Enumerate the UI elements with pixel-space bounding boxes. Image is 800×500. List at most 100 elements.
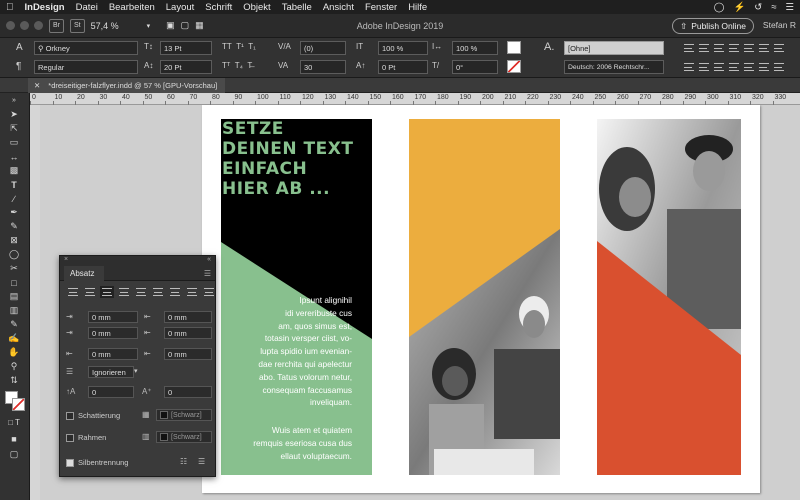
flyer-panel-left[interactable]: SETZE DEINEN TEXT EINFACH HIER AB ... Ip… bbox=[221, 119, 372, 475]
first-line-indent-field[interactable]: 0 mm bbox=[88, 327, 138, 339]
bolt-icon[interactable]: ⚡ bbox=[733, 2, 745, 13]
view-options-icon[interactable]: ▣ bbox=[166, 20, 175, 31]
language-field[interactable]: Deutsch: 2006 Rechtschr... bbox=[564, 60, 664, 74]
flyer-headline[interactable]: SETZE DEINEN TEXT EINFACH HIER AB ... bbox=[221, 119, 372, 199]
menu-ansicht[interactable]: Ansicht bbox=[323, 2, 354, 13]
ellipse-icon[interactable]: ◯ bbox=[6, 249, 22, 260]
character-format-icon[interactable]: A bbox=[16, 42, 23, 53]
window-controls[interactable] bbox=[6, 21, 43, 30]
chevron-down-icon[interactable]: ▾ bbox=[134, 367, 138, 375]
hand-icon[interactable]: ✋ bbox=[6, 347, 22, 358]
gradient-feather-icon[interactable]: ▥ bbox=[6, 305, 22, 316]
direct-selection-icon[interactable]: ⇱ bbox=[6, 123, 22, 134]
flyer-body-text-2[interactable]: Wuis atem et quiatem remquis eseriosa cu… bbox=[221, 424, 352, 462]
font-style-field[interactable]: Regular bbox=[34, 60, 138, 74]
tab-absatz[interactable]: Absatz bbox=[64, 266, 105, 281]
horizontal-ruler[interactable]: 0 10 20 30 40 50 60 70 80 90 100 110 120 130 140 150 160… bbox=[30, 93, 800, 105]
all-caps-icon[interactable]: TT T¹ T₁ bbox=[222, 42, 256, 51]
screen-mode-icon[interactable]: ▢ bbox=[181, 20, 190, 31]
rectangle-frame-icon[interactable]: ⊠ bbox=[6, 235, 22, 246]
menu-objekt[interactable]: Objekt bbox=[243, 2, 270, 13]
menu-hilfe[interactable]: Hilfe bbox=[408, 2, 427, 13]
wifi-icon[interactable]: ≈ bbox=[771, 2, 776, 13]
menu-app-name[interactable]: InDesign bbox=[25, 2, 65, 13]
border-checkbox[interactable] bbox=[66, 434, 74, 442]
zoom-icon[interactable]: ⚲ bbox=[6, 361, 22, 372]
pen-icon[interactable]: ✒ bbox=[6, 207, 22, 218]
panel-menu-icon[interactable]: ☰ bbox=[204, 269, 211, 278]
menu-schrift[interactable]: Schrift bbox=[205, 2, 232, 13]
align-buttons-bottom[interactable] bbox=[684, 63, 784, 71]
menu-fenster[interactable]: Fenster bbox=[365, 2, 397, 13]
shading-color-dropdown[interactable]: [Schwarz] bbox=[156, 409, 212, 421]
skew-field[interactable]: 0° bbox=[452, 60, 498, 74]
history-icon[interactable]: ↺ bbox=[754, 2, 762, 13]
fill-stroke-proxy[interactable] bbox=[5, 391, 25, 411]
free-transform-icon[interactable]: □ bbox=[6, 277, 22, 288]
flyer-panel-right[interactable] bbox=[597, 119, 741, 475]
small-caps-icon[interactable]: Tᵀ T₄ T̶ bbox=[222, 61, 252, 70]
hyphenation-checkbox[interactable] bbox=[66, 459, 74, 467]
note-icon[interactable]: ✎ bbox=[6, 319, 22, 330]
list-icon[interactable]: ☰ bbox=[785, 2, 794, 13]
drop-cap-chars-field[interactable]: 0 bbox=[164, 386, 212, 398]
indent-right-field[interactable]: 0 mm bbox=[164, 311, 212, 323]
tracking-field[interactable]: 30 bbox=[300, 60, 346, 74]
chevron-down-icon[interactable]: ▾ bbox=[147, 22, 151, 30]
bridge-button[interactable]: Br bbox=[49, 18, 64, 33]
leading-field[interactable]: 20 Pt bbox=[160, 60, 212, 74]
shading-settings-icon[interactable]: ▦ bbox=[142, 410, 156, 420]
close-icon[interactable]: × bbox=[64, 256, 68, 263]
paragraph-format-icon[interactable]: ¶ bbox=[16, 61, 21, 72]
indent-left-field[interactable]: 0 mm bbox=[88, 311, 138, 323]
menu-datei[interactable]: Datei bbox=[76, 2, 98, 13]
flyer-body-text[interactable]: Ipsunt alignihil idi vereribuste cus am,… bbox=[221, 294, 352, 409]
space-before-field[interactable]: 0 mm bbox=[88, 348, 138, 360]
stock-button[interactable]: St bbox=[70, 18, 85, 33]
page-icon[interactable]: ▭ bbox=[6, 137, 22, 148]
align-buttons-top[interactable] bbox=[684, 44, 784, 52]
creative-cloud-icon[interactable]: ◯ bbox=[714, 2, 725, 13]
user-name[interactable]: Stefan R bbox=[763, 20, 796, 30]
horizontal-scale-field[interactable]: 100 % bbox=[452, 41, 498, 55]
menu-tabelle[interactable]: Tabelle bbox=[282, 2, 312, 13]
gap-icon[interactable]: ↔ bbox=[6, 151, 22, 162]
shading-checkbox[interactable] bbox=[66, 412, 74, 420]
formatting-affects-icon[interactable]: □ T bbox=[6, 417, 22, 428]
vertical-scale-field[interactable]: 100 % bbox=[378, 41, 428, 55]
space-after-field[interactable]: 0 mm bbox=[164, 348, 212, 360]
apple-icon[interactable]:  bbox=[6, 2, 14, 13]
normal-view-icon[interactable]: ▢ bbox=[6, 449, 22, 460]
paragraph-align-buttons[interactable] bbox=[68, 286, 214, 298]
swap-colors-icon[interactable]: ⇅ bbox=[6, 375, 22, 386]
stroke-swatch[interactable] bbox=[507, 60, 521, 73]
last-line-indent-field[interactable]: 0 mm bbox=[164, 327, 212, 339]
line-icon[interactable]: ∕ bbox=[6, 193, 22, 204]
publish-online-button[interactable]: ⇧ Publish Online bbox=[672, 18, 754, 34]
collapse-icon[interactable]: » bbox=[6, 95, 22, 106]
drop-cap-lines-field[interactable]: 0 bbox=[88, 386, 134, 398]
font-family-field[interactable]: ⚲ Orkney bbox=[34, 41, 138, 55]
kerning-field[interactable]: (0) bbox=[300, 41, 346, 55]
menu-bearbeiten[interactable]: Bearbeiten bbox=[109, 2, 155, 13]
collapse-icon[interactable]: « bbox=[207, 256, 211, 263]
fill-swatch[interactable] bbox=[507, 41, 521, 54]
vertical-ruler[interactable] bbox=[30, 105, 40, 500]
balance-lines-icon[interactable]: ☷ bbox=[180, 457, 194, 467]
border-settings-icon[interactable]: ▥ bbox=[142, 432, 156, 442]
selection-icon[interactable]: ➤ bbox=[6, 109, 22, 120]
border-color-dropdown[interactable]: [Schwarz] bbox=[156, 431, 212, 443]
close-icon[interactable]: ✕ bbox=[34, 81, 40, 90]
baseline-shift-field[interactable]: 0 Pt bbox=[378, 60, 428, 74]
content-collector-icon[interactable]: ▩ bbox=[6, 165, 22, 176]
font-size-field[interactable]: 13 Pt bbox=[160, 41, 212, 55]
eyedropper-icon[interactable]: ✍ bbox=[6, 333, 22, 344]
document-tab[interactable]: ✕ *dreiseitiger-falzflyer.indd @ 57 % [G… bbox=[28, 78, 226, 93]
type-icon[interactable]: T bbox=[6, 179, 22, 190]
gradient-icon[interactable]: ▤ bbox=[6, 291, 22, 302]
align-to-grid-dropdown[interactable]: Ignorieren bbox=[88, 366, 134, 378]
arrange-documents-icon[interactable]: ▦ bbox=[195, 20, 204, 31]
pencil-icon[interactable]: ✎ bbox=[6, 221, 22, 232]
apply-color-icon[interactable]: ■ bbox=[6, 433, 22, 444]
justification-icon[interactable]: ☰ bbox=[198, 457, 212, 467]
